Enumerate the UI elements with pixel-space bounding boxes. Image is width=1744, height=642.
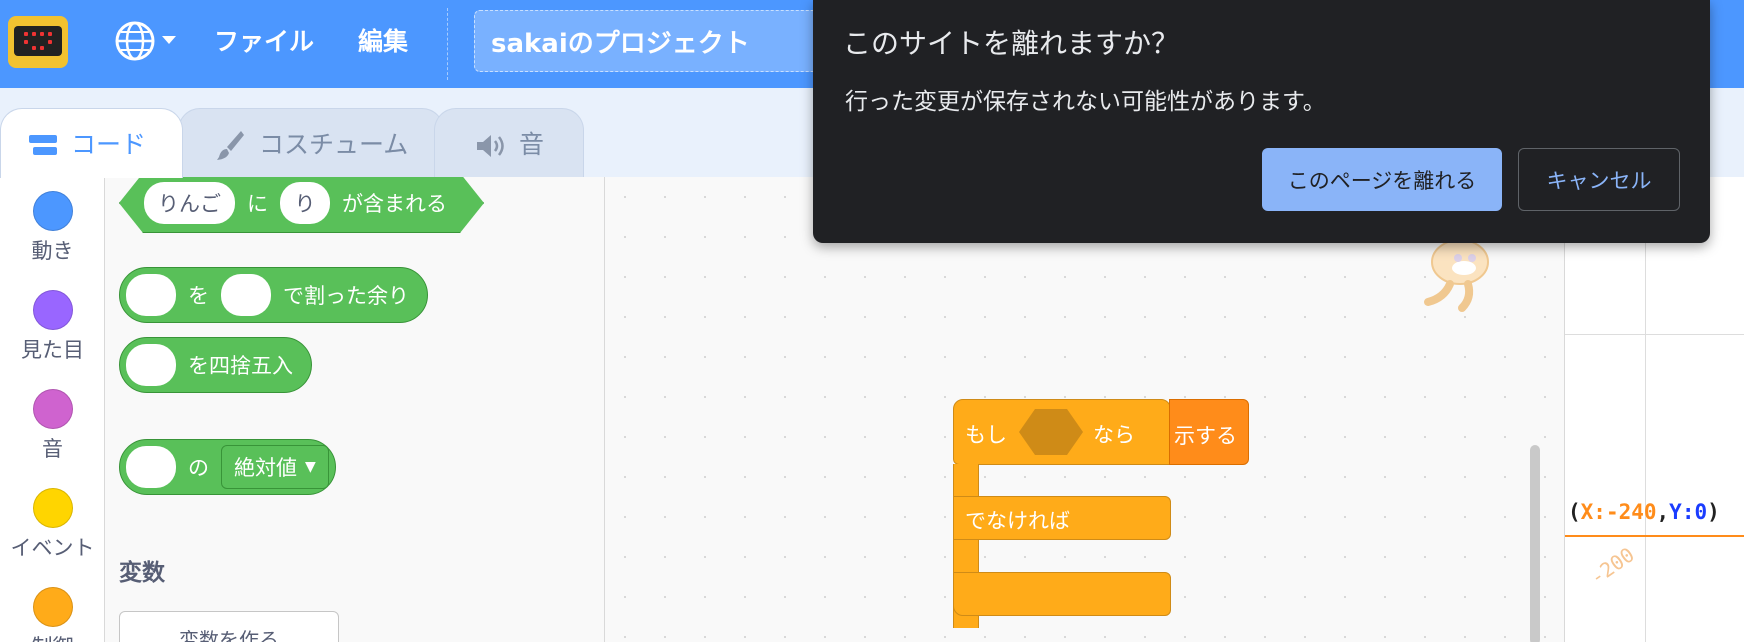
tab-code[interactable]: コード [0,108,183,178]
globe-icon[interactable] [114,20,156,62]
grid-line [1645,177,1646,642]
category-label: 見た目 [21,338,84,362]
variables-section-title: 変数 [119,560,165,586]
abs-input[interactable] [126,446,176,488]
contains-text-2: が含まれる [342,192,447,216]
dropdown-arrow-icon: ▼ [305,459,316,475]
workspace-scrollbar[interactable] [1530,445,1540,642]
partial-block[interactable]: 示する [1169,399,1249,465]
abs-dropdown-value: 絶対値 [234,456,297,480]
abs-dropdown[interactable]: 絶対値 ▼ [221,445,329,489]
category-sound[interactable]: 音 [0,389,105,463]
sprite-cat-icon [1424,239,1489,312]
tab-costumes[interactable]: コスチューム [178,108,444,178]
coord-sep: , [1656,500,1670,524]
abs-text: の [188,456,209,480]
file-menu[interactable]: ファイル [214,22,314,58]
dialog-title: このサイトを離れますか？ [843,27,1180,60]
chevron-down-icon[interactable] [162,36,176,44]
round-text: を四捨五入 [188,354,293,378]
category-label: 動き [31,239,74,263]
category-events[interactable]: イベント [0,488,105,562]
contains-input-2[interactable]: り [280,182,330,224]
project-title-input[interactable]: sakaiのプロジェクト [474,10,834,72]
contains-input-1[interactable]: りんご [144,182,235,224]
category-label: 制御 [0,631,105,642]
coordinate-readout: (X:-240,Y:0) [1568,500,1720,524]
app-logo[interactable] [8,16,68,68]
category-label: イベント [10,536,95,560]
code-icon [29,135,57,155]
contains-block[interactable]: りんご に り が含まれる [119,177,484,233]
menu-divider [447,8,448,80]
block-palette: りんご に り が含まれる を で割った余り を四捨五入 の 絶対値 ▼ 変数 … [105,177,605,642]
category-dot [32,191,73,231]
category-dot [32,389,73,429]
round-input[interactable] [126,344,176,386]
mod-text-2: で割った余り [283,284,409,308]
microbit-board-icon [14,26,62,56]
category-looks[interactable]: 見た目 [0,290,105,364]
mod-text-1: を [188,284,209,308]
coord-close: ) [1707,500,1720,524]
mod-input-2[interactable] [221,274,271,316]
category-dot [32,587,73,627]
category-dot [32,488,73,528]
tab-sounds-label: 音 [519,130,545,159]
dialog-message: 行った変更が保存されない可能性があります。 [845,89,1326,115]
tab-costumes-label: コスチューム [259,130,409,159]
x-axis-line [1565,535,1744,537]
mod-block[interactable]: を で割った余り [119,267,428,323]
category-label: 音 [42,437,63,461]
edit-menu[interactable]: 編集 [358,22,408,58]
make-variable-button[interactable]: 変数を作る [119,611,339,642]
abs-block[interactable]: の 絶対値 ▼ [119,439,336,495]
mod-input-1[interactable] [126,274,176,316]
cancel-button[interactable]: キャンセル [1518,148,1680,211]
speaker-icon [477,135,504,157]
contains-text-1: に [247,192,268,216]
tab-sounds[interactable]: 音 [434,108,584,178]
tab-code-label: コード [71,130,147,159]
brush-icon [217,131,244,160]
category-menu: 動き 見た目 音 イベント 制御 [0,177,105,642]
round-block[interactable]: を四捨五入 [119,337,312,393]
if-label: もし [965,423,1007,447]
category-motion[interactable]: 動き [0,191,105,265]
category-control[interactable]: 制御 [0,587,105,642]
leave-site-dialog: このサイトを離れますか？ 行った変更が保存されない可能性があります。 このページ… [813,0,1710,243]
if-else-bottom [953,572,1171,616]
coord-x: X:-240 [1580,500,1657,524]
coord-open: ( [1568,500,1581,524]
grid-line [1565,334,1744,335]
coord-y: Y:0 [1669,500,1708,524]
then-label: なら [1093,423,1135,447]
category-dot [32,290,73,330]
leave-page-button[interactable]: このページを離れる [1262,148,1502,211]
else-label: でなければ [965,509,1070,533]
